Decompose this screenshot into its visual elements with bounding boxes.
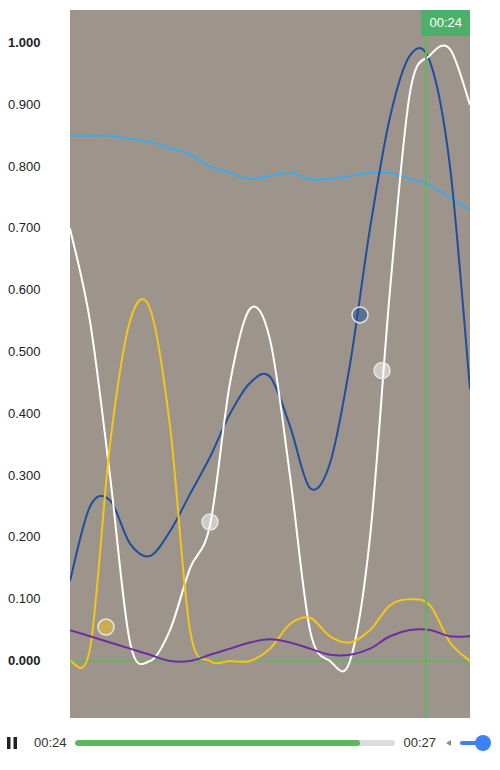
- y-tick-label: 0.600: [8, 282, 41, 298]
- series-line: [70, 135, 470, 209]
- player-controls: 00:24 00:27: [0, 718, 500, 768]
- series-marker: [374, 363, 390, 379]
- series-line: [70, 299, 470, 668]
- app: 1.000 0.900 0.800 0.700 0.600 0.500 0.400 0.300…: [0, 0, 500, 770]
- series-line: [70, 629, 470, 661]
- y-tick-label: 0.700: [8, 220, 41, 236]
- series-marker: [98, 619, 114, 635]
- y-tick-label: 0.300: [8, 468, 41, 484]
- chart-plot: [70, 10, 470, 718]
- elapsed-time: 00:24: [34, 733, 67, 753]
- volume-track[interactable]: [460, 741, 490, 745]
- y-tick-label: 0.200: [8, 529, 41, 545]
- y-axis: 1.000 0.900 0.800 0.700 0.600 0.500 0.400 0.300…: [0, 10, 70, 718]
- y-tick-label: 0.400: [8, 406, 41, 422]
- y-tick-label: 0.800: [8, 159, 41, 175]
- series-line: [70, 48, 470, 581]
- pause-icon[interactable]: [6, 736, 18, 750]
- y-tick-label: 0.100: [8, 591, 41, 607]
- progress-track[interactable]: [75, 740, 396, 746]
- zero-line: [70, 660, 470, 662]
- y-tick-label: 0.500: [8, 344, 41, 360]
- time-cursor[interactable]: [425, 10, 427, 718]
- duration-time: 00:27: [403, 733, 436, 753]
- chart-row: 1.000 0.900 0.800 0.700 0.600 0.500 0.400 0.300…: [0, 0, 500, 718]
- progress-fill: [75, 740, 361, 746]
- series-marker: [202, 514, 218, 530]
- video-frame[interactable]: 00:24: [70, 10, 470, 718]
- y-tick-label: 1.000: [8, 35, 41, 51]
- speaker-icon[interactable]: [444, 739, 452, 747]
- y-tick-label: 0.900: [8, 97, 41, 113]
- volume-knob[interactable]: [475, 735, 491, 751]
- y-tick-label: 0.000: [8, 653, 41, 669]
- series-line: [70, 46, 470, 672]
- series-marker: [352, 307, 368, 323]
- time-badge: 00:24: [421, 10, 470, 36]
